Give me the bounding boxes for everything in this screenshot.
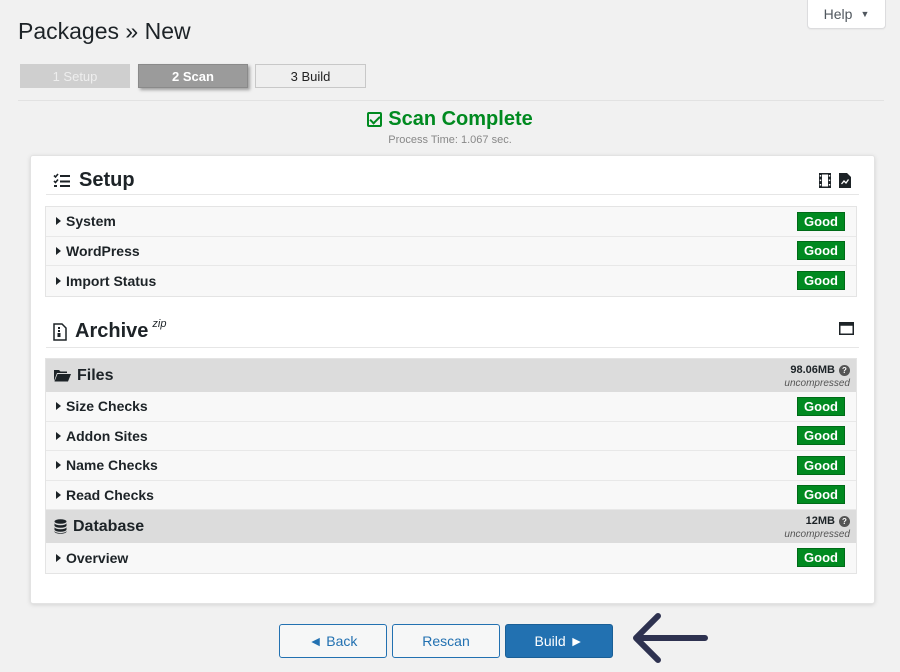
file-report-icon[interactable] (839, 173, 851, 188)
film-strip-icon[interactable] (819, 173, 831, 188)
setup-title-rule (46, 194, 859, 195)
status-badge: Good (797, 271, 845, 291)
setup-checks-list: System Good WordPress Good Import Status… (45, 206, 857, 297)
scan-results-panel: Setup System Good WordPress Good Import … (30, 155, 875, 604)
caret-right-icon (56, 276, 61, 285)
setup-row-system: System Good (46, 207, 856, 237)
row-label: Size Checks (66, 398, 148, 415)
row-label: Name Checks (66, 457, 158, 474)
scan-title-text: Scan Complete (388, 108, 533, 130)
caret-right-icon (56, 402, 61, 411)
status-badge: Good (797, 211, 845, 231)
page-title: Packages » New (18, 18, 191, 44)
files-row-addon-sites: Addon Sites Good (46, 422, 856, 451)
step-setup: 1 Setup (20, 64, 130, 88)
checkbox-checked-icon (367, 112, 383, 127)
archive-section-title: Archive zip (53, 317, 167, 343)
caret-right-icon (56, 461, 61, 470)
scan-status: Scan Complete Process Time: 1.067 sec. (0, 108, 900, 146)
row-label: System (66, 213, 116, 230)
database-size-info: 12MB? uncompressed (784, 514, 850, 540)
row-label: Overview (66, 549, 129, 566)
archive-title-rule (46, 347, 859, 348)
checklist-icon (53, 172, 70, 187)
status-badge: Good (797, 241, 845, 261)
read-checks-toggle[interactable]: Read Checks (56, 487, 154, 503)
files-subheader: Files 98.06MB? uncompressed (46, 359, 856, 392)
setup-section-title: Setup (53, 169, 135, 192)
row-label: Read Checks (66, 486, 154, 503)
wordpress-toggle[interactable]: WordPress (56, 243, 140, 259)
back-button[interactable]: ◄ Back (279, 624, 387, 658)
database-subheader: Database 12MB? uncompressed (46, 510, 856, 543)
addon-sites-toggle[interactable]: Addon Sites (56, 428, 148, 444)
caret-right-icon (56, 431, 61, 440)
overview-toggle[interactable]: Overview (56, 550, 128, 566)
caret-down-icon: ▼ (860, 9, 870, 19)
process-time: Process Time: 1.067 sec. (388, 134, 512, 146)
row-label: Import Status (66, 272, 157, 289)
files-title: Files (77, 366, 114, 384)
archive-title-text: Archive (75, 320, 149, 342)
status-badge: Good (797, 455, 845, 475)
status-badge: Good (797, 548, 845, 568)
size-checks-toggle[interactable]: Size Checks (56, 398, 148, 414)
rescan-button[interactable]: Rescan (392, 624, 500, 658)
folder-open-icon (54, 370, 71, 382)
help-question-icon[interactable]: ? (839, 515, 850, 527)
arrow-left-icon (633, 613, 708, 663)
archive-format: zip (152, 317, 167, 330)
files-row-size-checks: Size Checks Good (46, 392, 856, 422)
setup-title-text: Setup (79, 169, 135, 191)
files-size: 98.06MB (790, 363, 835, 376)
help-question-icon[interactable]: ? (839, 364, 850, 376)
database-size: 12MB (805, 514, 835, 527)
caret-right-icon (56, 217, 61, 226)
files-size-note: uncompressed (784, 377, 850, 389)
files-size-info: 98.06MB? uncompressed (784, 363, 850, 389)
scan-title: Scan Complete (367, 108, 533, 131)
import-status-toggle[interactable]: Import Status (56, 273, 156, 289)
status-badge: Good (797, 396, 845, 416)
files-row-read-checks: Read Checks Good (46, 481, 856, 510)
database-size-note: uncompressed (784, 528, 850, 540)
row-label: WordPress (66, 242, 140, 259)
system-toggle[interactable]: System (56, 213, 116, 229)
status-badge: Good (797, 426, 845, 446)
caret-right-icon (56, 246, 61, 255)
row-label: Addon Sites (66, 427, 148, 444)
caret-right-icon (56, 490, 61, 499)
status-badge: Good (797, 485, 845, 505)
header-divider (18, 100, 884, 101)
window-icon[interactable] (839, 322, 854, 335)
step-scan: 2 Scan (138, 64, 248, 88)
step-build: 3 Build (255, 64, 366, 88)
setup-row-wordpress: WordPress Good (46, 237, 856, 266)
caret-right-icon (56, 553, 61, 562)
database-row-overview: Overview Good (46, 543, 856, 573)
database-icon (54, 519, 67, 534)
setup-tools (819, 173, 851, 188)
name-checks-toggle[interactable]: Name Checks (56, 457, 158, 473)
help-label: Help (823, 6, 853, 22)
archive-checks-list: Files 98.06MB? uncompressed Size Checks … (45, 358, 857, 574)
setup-row-import-status: Import Status Good (46, 266, 856, 296)
help-tab-button[interactable]: Help ▼ (807, 0, 886, 29)
zip-file-icon (53, 322, 67, 341)
build-button[interactable]: Build ► (505, 624, 613, 658)
database-title: Database (73, 517, 145, 535)
files-row-name-checks: Name Checks Good (46, 451, 856, 481)
